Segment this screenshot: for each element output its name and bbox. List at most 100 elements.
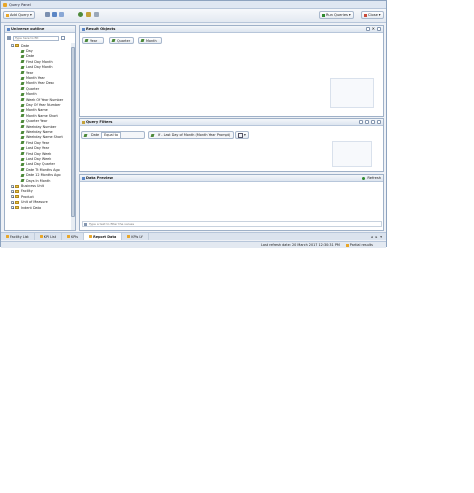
dimension-icon	[20, 168, 25, 172]
tab-kpi-list[interactable]: KPI List	[35, 233, 63, 240]
tab-facility-list[interactable]: Facility List	[1, 233, 35, 240]
dimension-icon	[20, 92, 25, 96]
tree-item-label: Last Day Week	[26, 157, 52, 162]
layout-icon[interactable]	[52, 12, 57, 17]
result-object-chip[interactable]: Month	[138, 37, 162, 44]
expand-icon[interactable]: +	[11, 206, 15, 210]
expand-icon[interactable]: +	[11, 189, 15, 193]
result-objects-icon	[82, 27, 85, 31]
tree-folder-item[interactable]: + Indent Data	[7, 205, 41, 210]
dimension-icon	[20, 141, 25, 145]
query-filters-panel: Query Filters	[79, 118, 384, 172]
expand-icon[interactable]: +	[11, 200, 15, 204]
dimension-icon	[20, 65, 25, 69]
tab-kpis-ly[interactable]: KPIs LY	[122, 233, 149, 240]
toolbar: Add Query ▾ Run Queries ▾ Close ▾	[1, 9, 386, 23]
dimension-icon	[20, 157, 25, 161]
tree-item-label: Weekday Name Short	[26, 135, 63, 140]
tab-scroll-right-icon[interactable]: ▸	[376, 235, 378, 239]
collapse-icon[interactable]	[377, 27, 381, 31]
remove-all-icon[interactable]: ✕	[372, 27, 375, 31]
tree-item-label: Last Day Quarter	[26, 162, 56, 167]
tree-item-label: Year	[26, 70, 34, 75]
data-preview-filter[interactable]	[82, 221, 382, 227]
universe-scrollbar[interactable]	[71, 43, 75, 230]
folder-icon	[15, 189, 19, 193]
universe-outline-header: Universe outline	[5, 26, 75, 33]
result-object-label: Quarter	[117, 38, 131, 43]
universe-icon	[7, 27, 10, 31]
predefined-filter-icon[interactable]	[359, 120, 363, 124]
grid-icon[interactable]	[59, 12, 64, 17]
collapse-icon[interactable]: −	[11, 44, 15, 48]
query-panel-window: Query Panel Add Query ▾ Run Queries ▾ Cl…	[0, 0, 387, 248]
add-filter-icon[interactable]	[365, 120, 369, 124]
filter-condition[interactable]: Date Equal to	[81, 131, 145, 139]
folder-icon	[15, 44, 19, 48]
filter-icon[interactable]	[7, 36, 11, 40]
tree-item-label: Days In Month	[26, 178, 51, 183]
purge-icon[interactable]	[94, 12, 99, 17]
result-object-chip[interactable]: Quarter	[109, 37, 134, 44]
universe-tree: − Date Day Date First Day Month Last Day Mont…	[7, 43, 71, 229]
dimension-icon	[20, 54, 25, 58]
result-objects-title: Result Objects	[86, 27, 116, 31]
dimension-icon	[20, 125, 25, 129]
dimension-icon	[20, 114, 25, 118]
tree-item-label: Date	[26, 54, 35, 59]
query-icon	[67, 235, 71, 238]
tab-kpis[interactable]: KPIs	[62, 233, 85, 240]
tree-item-label: Last Day Month	[26, 65, 53, 70]
tab-list-icon[interactable]: ▾	[380, 235, 382, 239]
tab-report-data[interactable]: Report Data	[84, 233, 123, 240]
query-icon	[127, 235, 131, 238]
chevron-down-icon: ▾	[30, 13, 32, 17]
tab-scroll-left-icon[interactable]: ◂	[371, 235, 373, 239]
dimension-icon	[84, 39, 89, 42]
folder-icon	[15, 200, 19, 204]
collapse-icon[interactable]	[377, 120, 381, 124]
operator-select[interactable]: Equal to	[101, 131, 122, 139]
properties-icon[interactable]	[86, 12, 91, 17]
tree-item-label: Date Tt Months Ago	[26, 167, 60, 172]
chevron-down-icon: ▾	[378, 13, 381, 17]
tree-item-label: Day Of Year Number	[26, 103, 61, 108]
expand-icon[interactable]: +	[11, 195, 15, 199]
refresh-button[interactable]: Refresh	[367, 176, 381, 180]
add-query-icon	[6, 13, 9, 17]
dimension-icon	[20, 49, 25, 53]
filter-operand-label: If - Last Day of Month (Month Year Promp…	[158, 133, 231, 137]
data-preview-filter-input[interactable]	[89, 222, 369, 226]
search-icon[interactable]	[61, 36, 65, 40]
run-queries-button[interactable]: Run Queries ▾	[319, 11, 354, 19]
universe-outline-title: Universe outline	[11, 27, 45, 31]
dimension-icon	[20, 76, 25, 80]
view-icon[interactable]	[45, 12, 50, 17]
operand-type-button[interactable]: ▾	[235, 131, 249, 139]
scroll-thumb[interactable]	[71, 47, 75, 217]
add-query-button[interactable]: Add Query ▾	[3, 11, 35, 19]
tree-item-label: Last Day Year	[26, 146, 50, 151]
filter-operand-object[interactable]: If - Last Day of Month (Month Year Promp…	[148, 131, 234, 139]
folder-icon	[15, 195, 19, 199]
tree-item-label: Quarter Year	[26, 119, 48, 124]
expand-icon[interactable]: +	[11, 184, 15, 188]
tree-item-label: Date 12 Months Ago	[26, 173, 61, 178]
query-icon	[6, 235, 9, 238]
filter-icon[interactable]	[365, 27, 370, 31]
tree-item-label: Business Unit	[21, 184, 44, 189]
tab-label: Report Data	[93, 234, 117, 239]
drop-zone-illustration	[330, 78, 374, 108]
dimension-icon	[20, 135, 25, 139]
sql-icon[interactable]	[78, 12, 83, 17]
result-object-chip[interactable]: Year	[82, 37, 104, 44]
tree-item-label: Weekday Name	[26, 130, 53, 135]
dimension-icon	[20, 108, 25, 112]
filter-object: Date	[91, 133, 100, 137]
close-button[interactable]: Close ▾	[361, 11, 384, 19]
filter-icon[interactable]	[371, 120, 375, 124]
universe-search-input[interactable]	[13, 35, 59, 41]
dimension-icon	[20, 130, 25, 134]
data-preview-title: Data Preview	[86, 176, 113, 180]
window-title: Query Panel	[9, 2, 31, 7]
